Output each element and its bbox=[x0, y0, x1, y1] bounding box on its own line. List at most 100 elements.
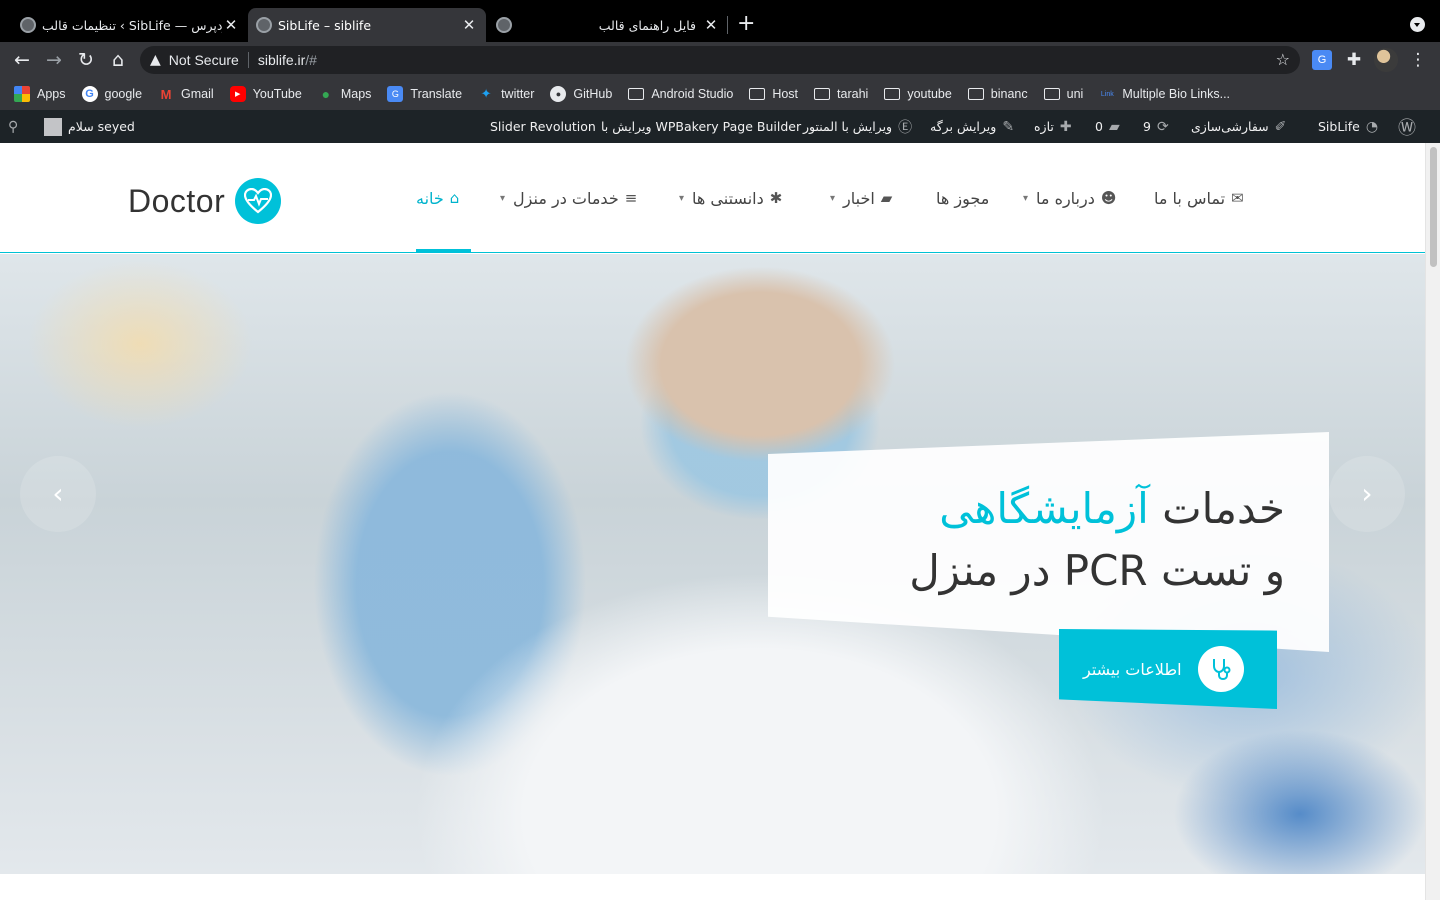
new-tab-button[interactable]: + bbox=[737, 12, 755, 36]
elementor-edit-link[interactable]: ویرایش با المنتور Ⓔ bbox=[803, 110, 912, 143]
comments-icon: ▰ bbox=[880, 189, 893, 207]
elementor-edit-label: ویرایش با المنتور bbox=[803, 119, 893, 134]
gmail-icon: M bbox=[160, 86, 172, 102]
refresh-icon: ⟳ bbox=[1156, 118, 1169, 135]
site-name-label: SibLife bbox=[1318, 119, 1360, 134]
tab-close-button[interactable]: ✕ bbox=[222, 16, 240, 34]
tab-title: فایل راهنمای قالب bbox=[598, 17, 696, 33]
bookmark-youtube[interactable]: ▶ YouTube bbox=[229, 86, 302, 102]
site-logo[interactable]: Doctor bbox=[128, 177, 282, 225]
plus-icon: ✚ bbox=[1059, 118, 1072, 135]
bookmark-folder-youtube[interactable]: youtube bbox=[884, 87, 952, 101]
bookmark-label: Host bbox=[772, 87, 799, 101]
bookmark-google[interactable]: Ggoogle bbox=[81, 86, 142, 102]
tab-siblife[interactable]: SibLife – siblife ✕ bbox=[248, 8, 486, 42]
tab-theme-settings[interactable]: تنظیمات قالب ‹ SibLife — وردپرس ✕ bbox=[14, 8, 246, 42]
menu-item-licenses[interactable]: مجوز ها bbox=[936, 183, 989, 213]
bookmark-label: youtube bbox=[907, 87, 952, 101]
bookmark-twitter[interactable]: ✦ twitter bbox=[478, 86, 535, 102]
scrollbar-thumb[interactable] bbox=[1430, 147, 1437, 267]
dashboard-gauge-icon: ◔ bbox=[1365, 118, 1379, 135]
bookmark-label: Gmail bbox=[181, 87, 214, 101]
bookmark-github[interactable]: ● GitHub bbox=[550, 86, 612, 102]
link-icon: Link bbox=[1100, 90, 1114, 98]
wordpress-logo-icon[interactable]: Ⓦ bbox=[1398, 110, 1416, 143]
comment-bubble-icon: ▰ bbox=[1108, 118, 1120, 135]
bookmark-folder-android-studio[interactable]: Android Studio bbox=[628, 87, 733, 101]
translate-icon: G bbox=[387, 86, 404, 102]
elementor-icon: Ⓔ bbox=[898, 119, 913, 136]
slide-subtitle: و تست PCR در منزل bbox=[909, 546, 1285, 595]
menu-item-about[interactable]: ▾ درباره ما ☻ bbox=[1023, 183, 1117, 213]
extensions-puzzle-icon[interactable]: ✚ bbox=[1344, 50, 1364, 70]
url-text[interactable]: siblife.ir/# bbox=[258, 52, 317, 68]
bookmark-folder-host[interactable]: Host bbox=[749, 87, 798, 101]
tab-close-button[interactable]: ✕ bbox=[702, 16, 720, 34]
home-icon[interactable]: ⌂ bbox=[106, 48, 130, 72]
slide-caption-box bbox=[768, 432, 1329, 652]
bookmark-label: tarahi bbox=[837, 87, 869, 101]
my-account-menu[interactable]: سلام seyed bbox=[38, 110, 135, 143]
site-name-link[interactable]: SibLife ◔ bbox=[1318, 110, 1378, 143]
browser-toolbar: ← → ↻ ⌂ ▲ Not Secure siblife.ir/# ☆ G ✚ … bbox=[0, 42, 1440, 78]
bookmark-folder-tarahi[interactable]: tarahi bbox=[814, 87, 868, 101]
menu-item-knowledge[interactable]: ▾ دانستنی ها ✱ bbox=[679, 183, 782, 213]
menu-item-news[interactable]: ▾ اخبار ▰ bbox=[830, 183, 892, 213]
browser-menu-icon[interactable]: ⋮ bbox=[1408, 50, 1428, 70]
page-scrollbar[interactable] bbox=[1425, 143, 1440, 900]
comments-count: 0 bbox=[1095, 119, 1103, 134]
bookmark-label: Maps bbox=[340, 87, 372, 101]
menu-item-contact[interactable]: تماس با ما ✉ bbox=[1154, 183, 1244, 213]
bookmark-folder-binanc[interactable]: binanc bbox=[967, 87, 1028, 101]
pencil-icon: ✎ bbox=[1002, 118, 1015, 135]
tab-title: SibLife – siblife bbox=[278, 17, 372, 33]
comments-link[interactable]: 0 ▰ bbox=[1095, 110, 1120, 143]
bookmark-maps[interactable]: ● Maps bbox=[318, 86, 372, 102]
reload-icon[interactable]: ↻ bbox=[74, 48, 98, 72]
back-arrow-icon[interactable]: ← bbox=[10, 48, 34, 72]
slider-prev-button[interactable]: ‹ bbox=[20, 456, 96, 532]
bookmark-apps[interactable]: Apps bbox=[14, 86, 66, 102]
bookmarks-bar: Apps Ggoogle M Gmail ▶ YouTube ● Maps G Tran… bbox=[0, 78, 1440, 110]
customize-link[interactable]: سفارشی‌سازی ✐ bbox=[1191, 110, 1286, 143]
bookmark-multiple-bio-links[interactable]: Link Multiple Bio Links... bbox=[1099, 86, 1230, 102]
slider-next-button[interactable]: › bbox=[1329, 456, 1405, 532]
menu-item-home[interactable]: خانه ⌂ bbox=[416, 183, 459, 213]
stethoscope-icon bbox=[1197, 646, 1244, 692]
address-bar[interactable]: ▲ Not Secure siblife.ir/# ☆ bbox=[140, 46, 1300, 74]
warning-icon[interactable]: ▲ bbox=[150, 52, 161, 68]
tab-close-button[interactable]: ✕ bbox=[460, 16, 478, 34]
chevron-down-icon: ▾ bbox=[500, 192, 506, 204]
more-info-label: اطلاعات بیشتر bbox=[1083, 659, 1182, 679]
updates-link[interactable]: 9 ⟳ bbox=[1143, 110, 1169, 143]
menu-item-home-services[interactable]: ▾ خدمات در منزل ≡ bbox=[500, 183, 637, 213]
chevron-down-icon: ▾ bbox=[679, 192, 685, 204]
bookmark-folder-uni[interactable]: uni bbox=[1043, 87, 1083, 101]
bookmark-star-icon[interactable]: ☆ bbox=[1276, 50, 1290, 69]
slider-revolution-link[interactable]: Slider Revolution bbox=[490, 110, 596, 143]
hero-slider: ‹ › خدمات آزمایشگاهی و تست PCR در منزل ا… bbox=[0, 254, 1425, 874]
tab-search-button[interactable] bbox=[1410, 17, 1425, 32]
profile-avatar[interactable] bbox=[1374, 48, 1398, 72]
tab-theme-guide[interactable]: فایل راهنمای قالب ✕ bbox=[490, 8, 726, 42]
security-label[interactable]: Not Secure bbox=[169, 52, 239, 68]
slide-title-plain: خدمات bbox=[1148, 484, 1285, 533]
tab-title: تنظیمات قالب ‹ SibLife — وردپرس bbox=[42, 17, 222, 33]
bookmark-label: Translate bbox=[410, 87, 463, 101]
folder-icon bbox=[628, 88, 645, 100]
new-content-link[interactable]: تازه ✚ bbox=[1034, 110, 1072, 143]
forward-arrow-icon[interactable]: → bbox=[42, 48, 66, 72]
folder-icon bbox=[884, 88, 901, 100]
slide-title: خدمات آزمایشگاهی bbox=[939, 484, 1285, 533]
bookmark-translate[interactable]: G Translate bbox=[387, 86, 462, 102]
edit-page-link[interactable]: ویرایش برگه ✎ bbox=[930, 110, 1014, 143]
more-info-button[interactable]: اطلاعات بیشتر bbox=[1059, 629, 1277, 709]
bookmark-label: Android Studio bbox=[651, 87, 734, 101]
wpbakery-edit-link[interactable]: ویرایش با WPBakery Page Builder bbox=[601, 110, 801, 143]
apps-grid-icon bbox=[14, 86, 30, 102]
bookmark-gmail[interactable]: M Gmail bbox=[158, 86, 214, 102]
menu-item-label: خانه bbox=[416, 188, 444, 208]
search-icon[interactable]: ⚲ bbox=[8, 110, 18, 143]
folder-icon bbox=[749, 88, 766, 100]
google-translate-extension-icon[interactable]: G bbox=[1312, 50, 1332, 70]
